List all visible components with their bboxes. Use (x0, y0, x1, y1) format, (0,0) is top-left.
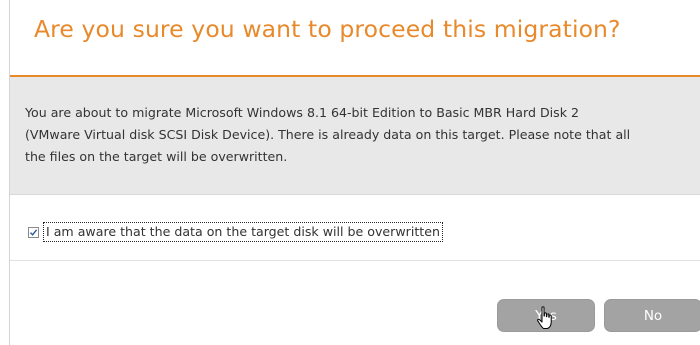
warning-message-line-1: You are about to migrate Microsoft Windo… (25, 105, 580, 120)
migration-confirm-dialog: Are you sure you want to proceed this mi… (9, 0, 700, 345)
message-panel: You are about to migrate Microsoft Windo… (10, 77, 700, 195)
confirm-checkbox-label[interactable]: I am aware that the data on the target d… (43, 222, 443, 242)
warning-message: You are about to migrate Microsoft Windo… (25, 102, 700, 168)
confirm-checkbox-row[interactable]: I am aware that the data on the target d… (28, 222, 443, 242)
no-button[interactable]: No (604, 299, 700, 332)
dialog-title: Are you sure you want to proceed this mi… (34, 15, 621, 43)
warning-message-line-3: the files on the target will be overwrit… (25, 149, 288, 164)
footer-divider (10, 260, 700, 261)
warning-message-line-2: (VMware Virtual disk SCSI Disk Device). … (25, 127, 631, 142)
checkmark-icon (29, 228, 38, 236)
hand-pointer-icon (537, 306, 552, 329)
confirm-checkbox[interactable] (28, 226, 39, 238)
